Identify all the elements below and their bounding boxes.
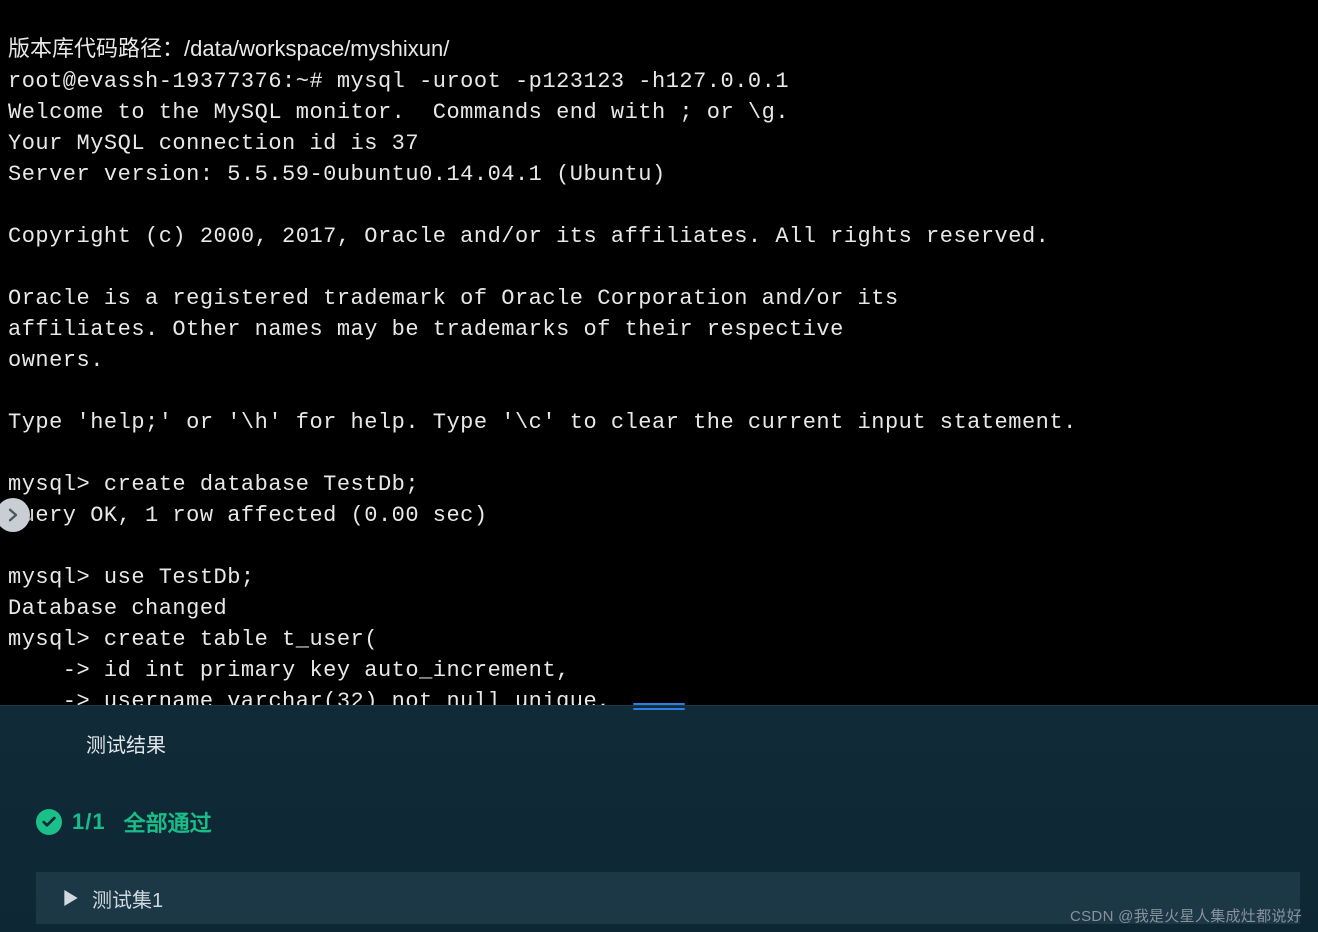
terminal-line: mysql> use TestDb; — [8, 565, 255, 590]
resize-handle-icon — [633, 701, 685, 711]
pass-count: 1/1 — [72, 809, 106, 835]
check-circle-icon — [36, 809, 62, 835]
play-icon — [64, 890, 78, 906]
terminal-line: Server version: 5.5.59-0ubuntu0.14.04.1 … — [8, 162, 666, 187]
chevron-right-icon — [4, 506, 22, 524]
terminal-line: Oracle is a registered trademark of Orac… — [8, 286, 899, 311]
terminal-line: mysql> create database TestDb; — [8, 472, 419, 497]
panel-resize-handle[interactable] — [0, 697, 1318, 715]
terminal-line: Your MySQL connection id is 37 — [8, 131, 419, 156]
tab-label: 测试结果 — [86, 735, 166, 757]
terminal-line: root@evassh-19377376:~# mysql -uroot -p1… — [8, 69, 789, 94]
terminal-output[interactable]: 版本库代码路径：/data/workspace/myshixun/ root@e… — [0, 0, 1318, 717]
terminal-line: Type 'help;' or '\h' for help. Type '\c'… — [8, 410, 1077, 435]
results-panel: 测试结果 1/1 全部通过 测试集1 CSDN @我是火星人集成灶都说好 — [0, 705, 1318, 932]
terminal-line: -> id int primary key auto_increment, — [8, 658, 570, 683]
tab-test-results[interactable]: 测试结果 — [84, 723, 168, 772]
tab-bar: 测试结果 — [0, 706, 1318, 772]
pass-label: 全部通过 — [124, 806, 212, 838]
result-summary: 1/1 全部通过 — [0, 772, 1318, 838]
terminal-line: Copyright (c) 2000, 2017, Oracle and/or … — [8, 224, 1049, 249]
terminal-line: mysql> create table t_user( — [8, 627, 378, 652]
watermark: CSDN @我是火星人集成灶都说好 — [1070, 905, 1302, 926]
terminal-line: 版本库代码路径：/data/workspace/myshixun/ — [8, 38, 449, 63]
terminal-line: Welcome to the MySQL monitor. Commands e… — [8, 100, 789, 125]
terminal-line: Query OK, 1 row affected (0.00 sec) — [8, 503, 488, 528]
terminal-line: affiliates. Other names may be trademark… — [8, 317, 844, 342]
terminal-line: Database changed — [8, 596, 227, 621]
terminal-line: owners. — [8, 348, 104, 373]
testset-label: 测试集1 — [92, 884, 163, 913]
